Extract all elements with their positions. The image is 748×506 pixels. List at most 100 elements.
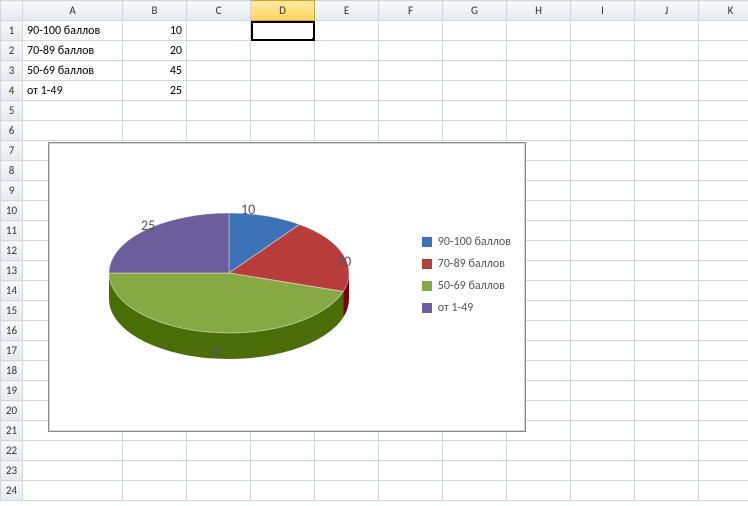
cell[interactable] [23, 121, 123, 141]
cell[interactable] [635, 261, 699, 281]
cell[interactable] [571, 301, 635, 321]
row-header[interactable]: 13 [1, 261, 23, 281]
cell[interactable]: 10 [123, 21, 187, 41]
cell[interactable] [699, 301, 748, 321]
cell[interactable] [315, 481, 379, 501]
cell[interactable] [187, 461, 251, 481]
cell[interactable] [571, 421, 635, 441]
cell[interactable] [699, 61, 748, 81]
cell[interactable] [699, 261, 748, 281]
cell[interactable] [507, 41, 571, 61]
row-header[interactable]: 6 [1, 121, 23, 141]
row-header[interactable]: 16 [1, 321, 23, 341]
cell[interactable] [379, 441, 443, 461]
cell[interactable] [571, 41, 635, 61]
cell[interactable]: 20 [123, 41, 187, 61]
cell[interactable] [571, 21, 635, 41]
cell[interactable] [443, 81, 507, 101]
cell[interactable]: 25 [123, 81, 187, 101]
cell[interactable] [635, 481, 699, 501]
cell[interactable] [699, 101, 748, 121]
cell[interactable] [571, 461, 635, 481]
cell[interactable] [507, 21, 571, 41]
row-header[interactable]: 24 [1, 481, 23, 501]
row-header[interactable]: 12 [1, 241, 23, 261]
cell[interactable] [187, 81, 251, 101]
cell[interactable] [571, 161, 635, 181]
cell[interactable] [571, 401, 635, 421]
cell[interactable] [379, 481, 443, 501]
cell[interactable] [443, 121, 507, 141]
cell[interactable] [699, 181, 748, 201]
row-header[interactable]: 7 [1, 141, 23, 161]
col-header-F[interactable]: F [379, 1, 443, 21]
cell[interactable] [315, 101, 379, 121]
cell[interactable] [699, 461, 748, 481]
row-header[interactable]: 20 [1, 401, 23, 421]
cell[interactable] [699, 201, 748, 221]
cell[interactable] [635, 441, 699, 461]
cell[interactable] [379, 41, 443, 61]
cell[interactable] [187, 121, 251, 141]
cell[interactable] [699, 321, 748, 341]
cell[interactable] [315, 61, 379, 81]
cell[interactable] [571, 241, 635, 261]
cell[interactable] [379, 101, 443, 121]
cell[interactable] [315, 461, 379, 481]
cell[interactable] [443, 441, 507, 461]
cell[interactable] [635, 241, 699, 261]
cell[interactable] [635, 281, 699, 301]
cell[interactable] [187, 21, 251, 41]
cell[interactable]: 45 [123, 61, 187, 81]
cell[interactable] [635, 21, 699, 41]
cell[interactable] [23, 461, 123, 481]
cell[interactable] [699, 221, 748, 241]
col-header-K[interactable]: K [699, 1, 748, 21]
cell[interactable] [507, 101, 571, 121]
cell[interactable] [251, 121, 315, 141]
cell[interactable] [379, 121, 443, 141]
cell[interactable] [635, 321, 699, 341]
cell[interactable] [443, 41, 507, 61]
cell[interactable] [699, 141, 748, 161]
cell[interactable] [315, 81, 379, 101]
row-header[interactable]: 4 [1, 81, 23, 101]
cell[interactable] [571, 201, 635, 221]
cell[interactable] [571, 381, 635, 401]
col-header-E[interactable]: E [315, 1, 379, 21]
cell[interactable] [699, 401, 748, 421]
row-header[interactable]: 5 [1, 101, 23, 121]
col-header-J[interactable]: J [635, 1, 699, 21]
cell[interactable] [443, 101, 507, 121]
cell[interactable] [443, 61, 507, 81]
cell[interactable] [251, 41, 315, 61]
cell[interactable] [571, 61, 635, 81]
cell[interactable] [507, 81, 571, 101]
cell[interactable] [699, 81, 748, 101]
cell[interactable] [635, 381, 699, 401]
cell[interactable] [635, 101, 699, 121]
select-all-corner[interactable] [1, 1, 23, 21]
cell[interactable] [507, 441, 571, 461]
cell[interactable] [123, 121, 187, 141]
cell[interactable] [699, 241, 748, 261]
cell[interactable] [699, 421, 748, 441]
cell[interactable] [699, 481, 748, 501]
cell[interactable] [635, 121, 699, 141]
row-header[interactable]: 11 [1, 221, 23, 241]
cell[interactable] [251, 461, 315, 481]
cell[interactable] [251, 21, 315, 41]
cell[interactable] [315, 41, 379, 61]
cell[interactable] [635, 201, 699, 221]
cell[interactable] [507, 61, 571, 81]
cell[interactable] [699, 281, 748, 301]
cell[interactable] [251, 481, 315, 501]
cell[interactable] [443, 461, 507, 481]
cell[interactable] [123, 481, 187, 501]
row-header[interactable]: 8 [1, 161, 23, 181]
cell[interactable] [635, 421, 699, 441]
row-header[interactable]: 2 [1, 41, 23, 61]
row-header[interactable]: 17 [1, 341, 23, 361]
cell[interactable] [635, 61, 699, 81]
cell[interactable] [251, 101, 315, 121]
